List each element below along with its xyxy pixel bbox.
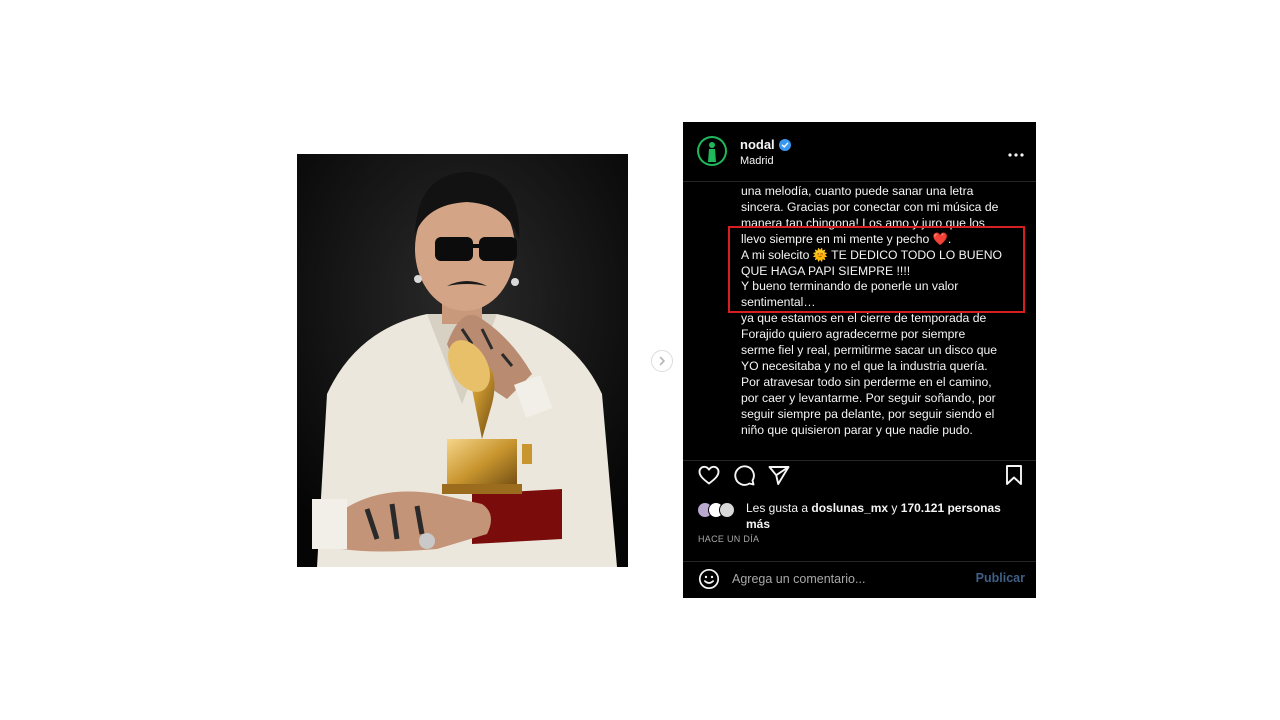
- post-timestamp[interactable]: HACE UN DÍA: [698, 534, 759, 544]
- highlight-box: [728, 226, 1025, 313]
- avatar[interactable]: [697, 136, 727, 166]
- likes-suffix[interactable]: más: [746, 517, 770, 531]
- heart-icon: [698, 465, 720, 485]
- share-button[interactable]: [767, 463, 791, 492]
- likes-summary[interactable]: Les gusta a doslunas_mx y 170.121 person…: [746, 500, 1026, 532]
- caption-line: una melodía, cuanto puede sanar una letr…: [741, 184, 974, 198]
- likes-row: Les gusta a doslunas_mx y 170.121 person…: [697, 500, 1027, 534]
- publish-button[interactable]: Publicar: [976, 571, 1025, 585]
- liker-avatars[interactable]: [697, 502, 743, 518]
- save-button[interactable]: [1003, 463, 1025, 492]
- bookmark-icon: [1006, 465, 1022, 485]
- likes-prefix: Les gusta a: [746, 501, 812, 515]
- location[interactable]: Madrid: [740, 155, 774, 167]
- like-button[interactable]: [697, 463, 721, 492]
- post-photo: [297, 154, 628, 567]
- liker-avatar: [719, 502, 735, 518]
- verified-badge-icon: [778, 138, 791, 151]
- likes-user-link[interactable]: doslunas_mx: [811, 501, 888, 515]
- next-photo-button[interactable]: [651, 350, 673, 372]
- chevron-right-icon: [659, 356, 665, 366]
- caption-line: niño que quisieron parar y que nadie pud…: [741, 422, 973, 437]
- caption-line: YO necesitaba y no el que la industria q…: [741, 358, 988, 373]
- share-icon: [768, 466, 790, 485]
- post-header: [683, 122, 1036, 182]
- emoji-button[interactable]: [698, 568, 720, 595]
- instagram-post-panel: nodal Madrid una melodía, cuanto puede s…: [683, 122, 1036, 598]
- caption-line: Por atravesar todo sin perderme en el ca…: [741, 374, 992, 389]
- more-options-icon: [1008, 153, 1024, 157]
- comment-icon: [734, 465, 755, 486]
- comment-button[interactable]: [732, 463, 756, 492]
- artist-portrait-illustration: [297, 154, 628, 567]
- more-options-button[interactable]: [1008, 144, 1024, 162]
- caption-line: sincera. Gracias por conectar con mi mús…: [741, 199, 999, 214]
- comment-input[interactable]: [732, 570, 962, 588]
- avatar-silhouette-icon: [699, 138, 725, 164]
- caption-line: por caer y levantarme. Por seguir soñand…: [741, 390, 996, 405]
- caption-line: ya que estamos en el cierre de temporada…: [741, 311, 987, 326]
- likes-connector: y: [888, 501, 901, 515]
- username-row[interactable]: nodal: [740, 137, 791, 152]
- likes-count[interactable]: 170.121 personas: [901, 501, 1001, 515]
- caption-line: serme fiel y real, permitirme sacar un d…: [741, 343, 998, 358]
- caption-line: Forajido quiero agradecerme por siempre: [741, 327, 966, 342]
- username[interactable]: nodal: [740, 137, 775, 152]
- caption-line: seguir siempre pa delante, por seguir si…: [741, 406, 995, 421]
- emoji-icon: [698, 568, 720, 590]
